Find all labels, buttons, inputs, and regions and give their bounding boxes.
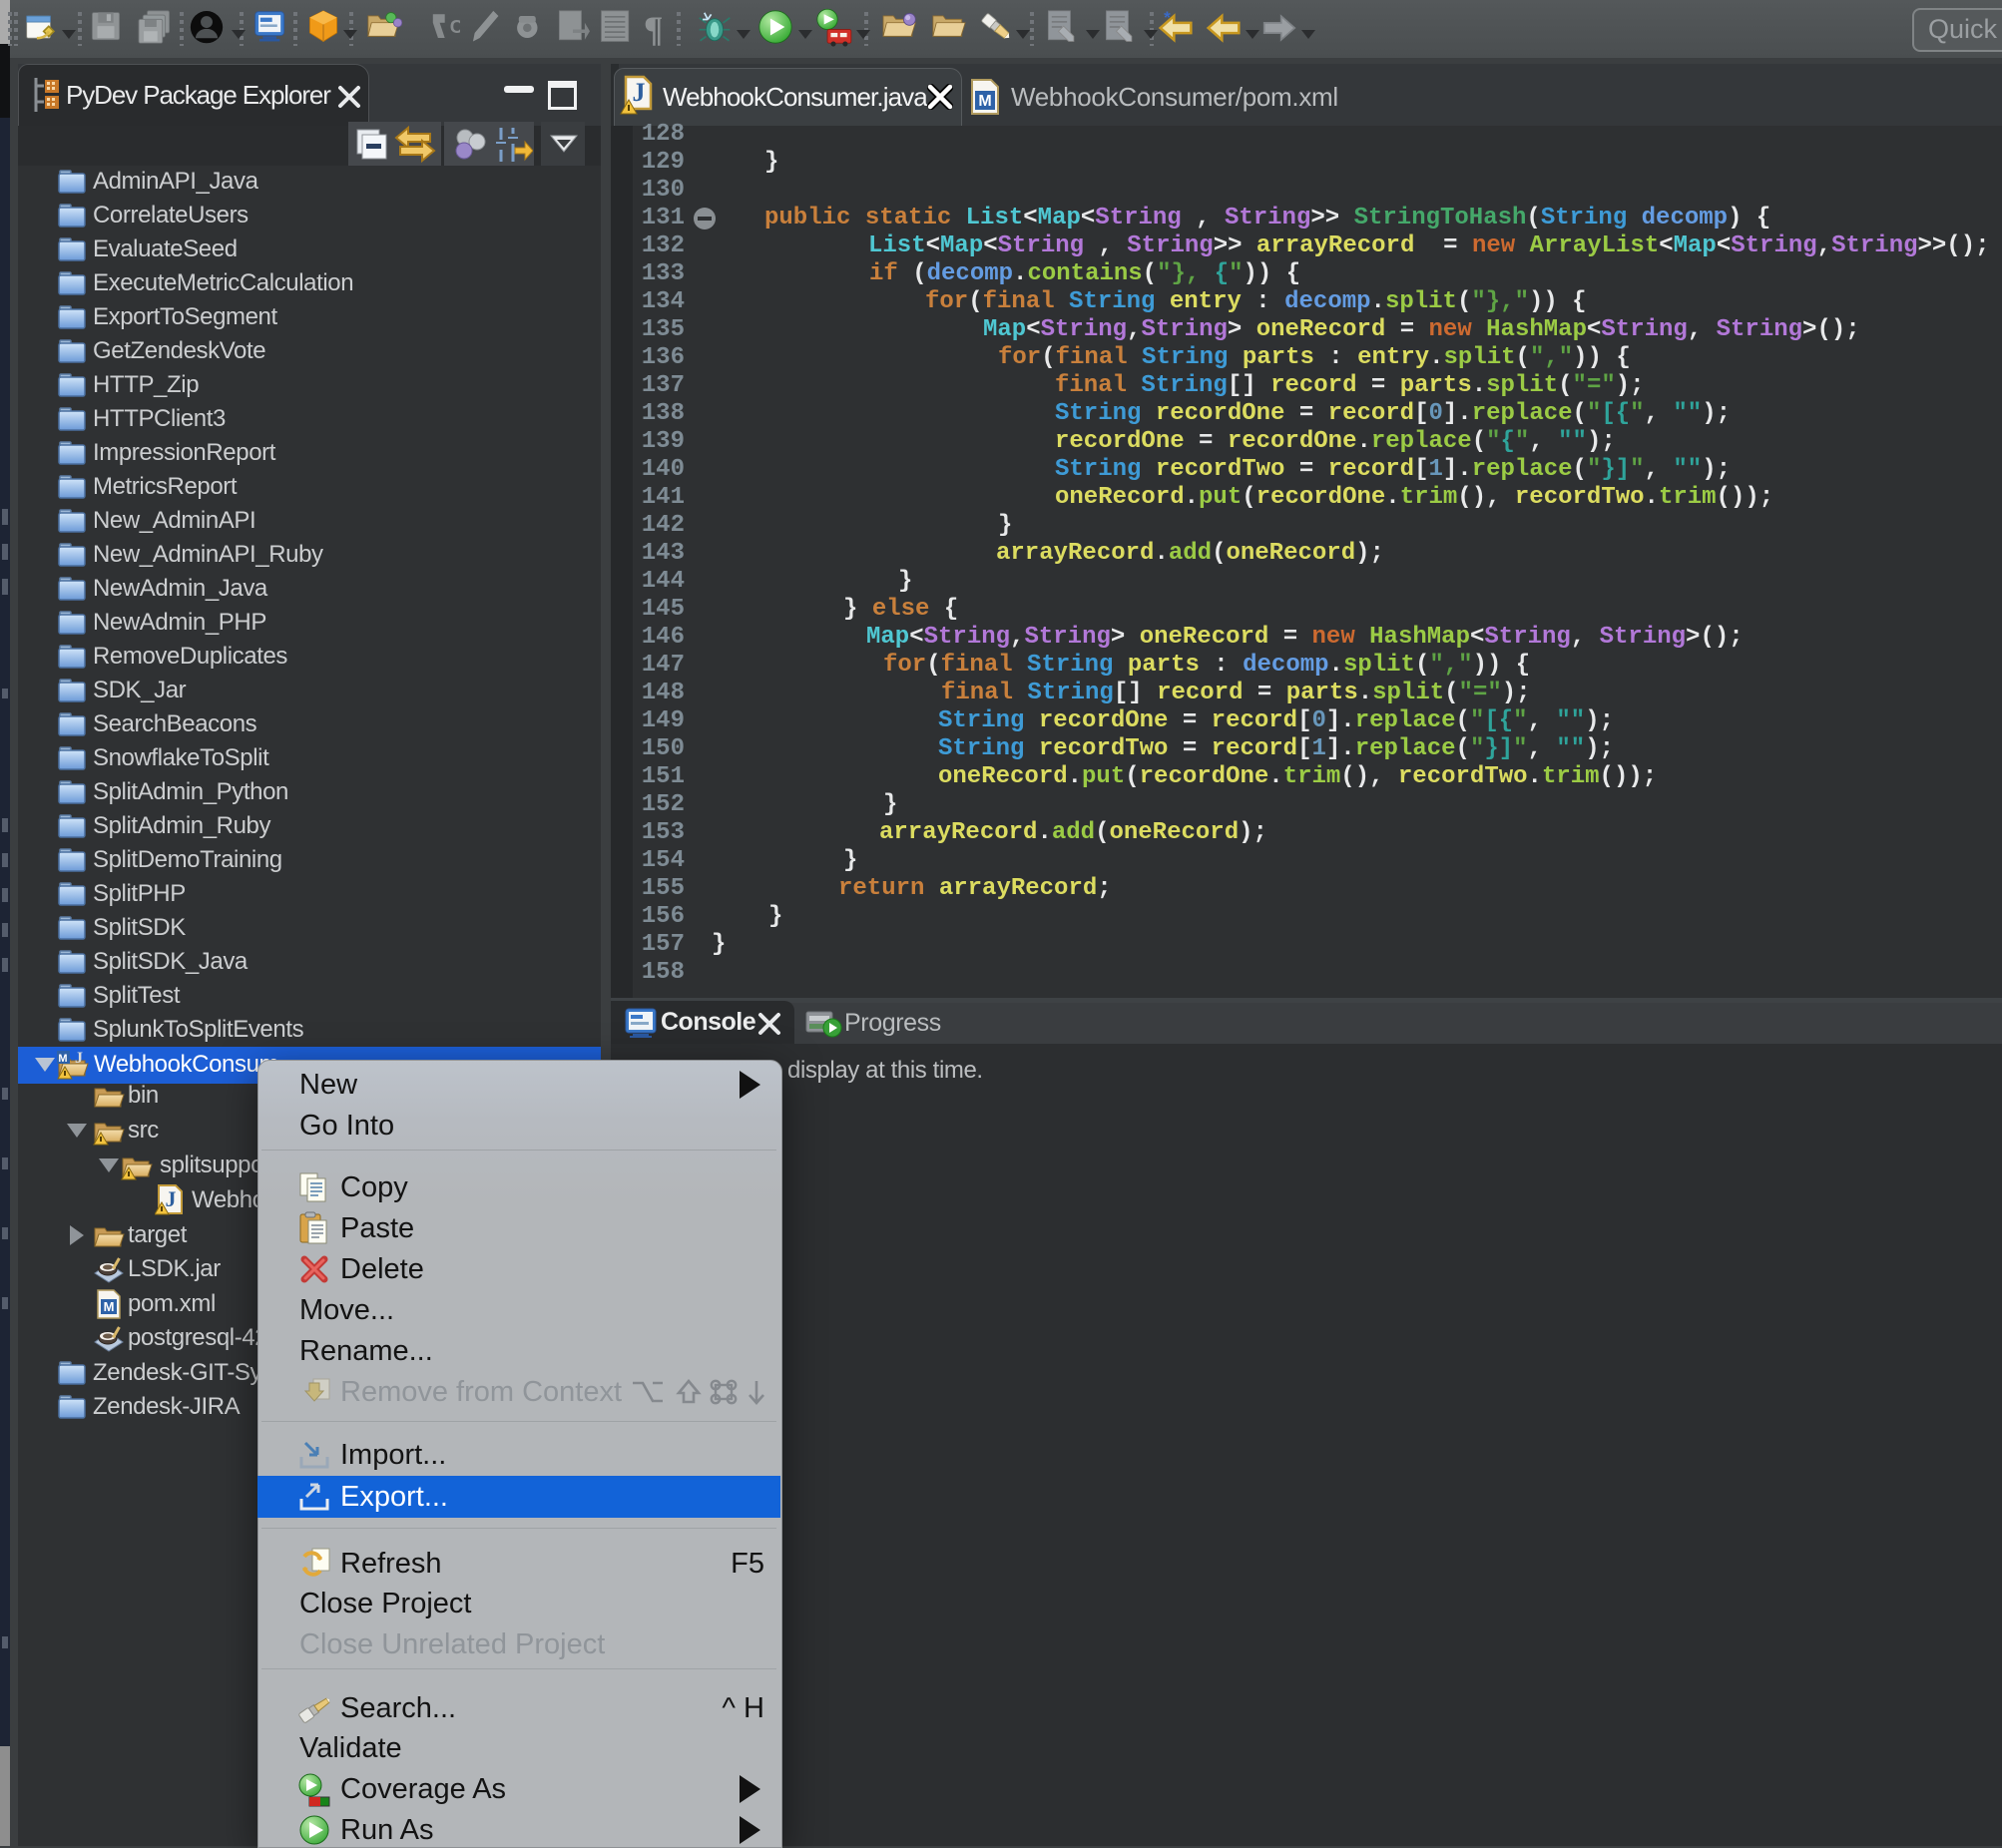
svg-text:M: M <box>978 93 991 110</box>
svg-text:M: M <box>58 1053 67 1065</box>
svg-text:C: C <box>450 16 460 37</box>
svg-text:J: J <box>633 78 646 107</box>
svg-text:J: J <box>75 1050 83 1065</box>
svg-text:*: * <box>1164 11 1171 27</box>
svg-text:J: J <box>166 1186 177 1211</box>
svg-text:M: M <box>104 1299 115 1314</box>
